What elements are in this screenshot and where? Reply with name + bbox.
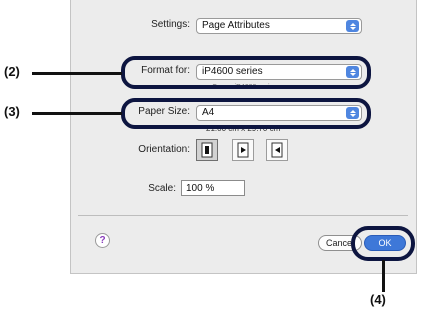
callout-line-4: [382, 260, 385, 292]
settings-popup[interactable]: Page Attributes: [196, 18, 362, 34]
orientation-landscape-button[interactable]: [232, 139, 254, 161]
callout-line-2: [32, 72, 122, 75]
scale-label: Scale:: [148, 183, 176, 194]
portrait-icon: [201, 142, 213, 158]
chevron-updown-icon: [346, 20, 359, 32]
landscape-icon: [237, 142, 249, 158]
callout-line-3: [32, 112, 122, 115]
callout-ring-format-for: [121, 56, 371, 89]
settings-label: Settings:: [151, 19, 190, 30]
divider: [78, 215, 408, 216]
reverse-landscape-icon: [271, 142, 283, 158]
orientation-label: Orientation:: [138, 144, 190, 155]
orientation-reverse-landscape-button[interactable]: [266, 139, 288, 161]
callout-ring-ok: [351, 226, 415, 261]
callout-label-3: (3): [4, 104, 20, 119]
callout-ring-paper-size: [121, 98, 371, 129]
orientation-portrait-button[interactable]: [196, 139, 218, 161]
settings-value: Page Attributes: [202, 20, 270, 31]
callout-label-4: (4): [370, 292, 386, 307]
help-icon[interactable]: ?: [95, 233, 110, 248]
scale-input[interactable]: 100 %: [181, 180, 245, 196]
callout-label-2: (2): [4, 64, 20, 79]
